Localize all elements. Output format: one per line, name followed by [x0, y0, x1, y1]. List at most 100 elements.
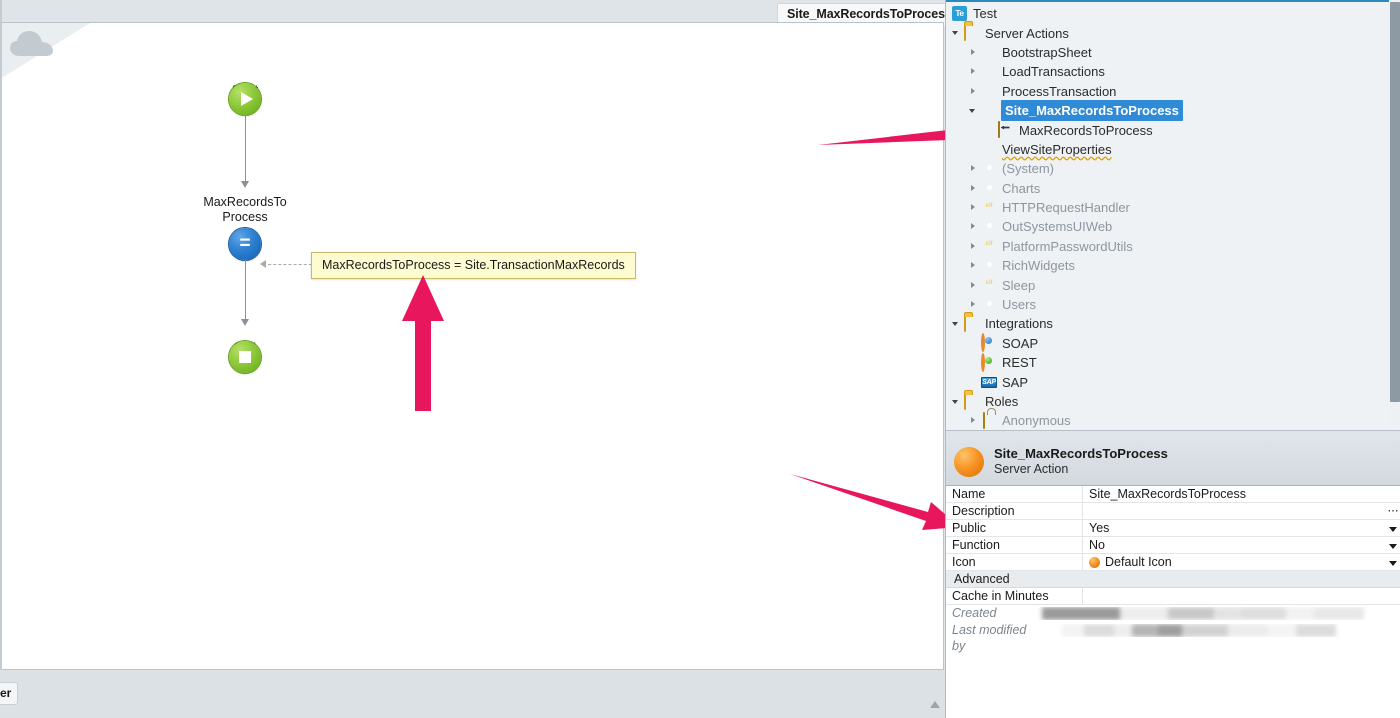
orange-ball-icon	[981, 44, 997, 60]
property-value-text: No	[1089, 538, 1105, 552]
property-key: Function	[946, 536, 1083, 554]
chevron-right-icon[interactable]	[969, 48, 978, 57]
chevron-right-icon[interactable]	[969, 416, 978, 425]
tree-item-outsystemsuiweb[interactable]: OutSystemsUIWeb	[946, 217, 1389, 236]
flow-canvas[interactable]: Start MaxRecordsTo Process = MaxRecordsT…	[0, 22, 944, 670]
tree-item-charts[interactable]: Charts	[946, 179, 1389, 198]
property-row-cache-in-minutes[interactable]: Cache in Minutes	[946, 587, 1400, 605]
tree-item-soap[interactable]: SOAP	[946, 333, 1389, 353]
assign-node[interactable]: =	[229, 228, 261, 260]
tree-item-integrations[interactable]: Integrations	[946, 314, 1389, 333]
tree-item-label: ViewSiteProperties	[1002, 141, 1112, 157]
chevron-right-icon[interactable]	[969, 67, 978, 76]
tree-item-label: ProcessTransaction	[1002, 83, 1117, 99]
property-row-function[interactable]: Function No	[946, 536, 1400, 554]
tree-item-rest[interactable]: REST	[946, 352, 1389, 372]
element-tree[interactable]: Te Test Server Actions BootstrapSheet Load…	[946, 4, 1389, 438]
tree-root-item[interactable]: Te Test	[946, 4, 1389, 23]
tree-top-accent	[946, 0, 1389, 2]
property-value[interactable]: Site_MaxRecordsToProcess	[1083, 486, 1385, 502]
start-node[interactable]	[229, 83, 261, 115]
orange-ball-icon	[981, 103, 997, 119]
dropdown-arrow-icon[interactable]	[1385, 555, 1400, 569]
tree-item-bootstrapsheet[interactable]: BootstrapSheet	[946, 43, 1389, 62]
property-value[interactable]: No	[1083, 537, 1385, 553]
tree-item-processtransaction[interactable]: ProcessTransaction	[946, 82, 1389, 101]
chevron-down-icon[interactable]	[952, 29, 961, 38]
tree-item-system[interactable]: (System)	[946, 159, 1389, 178]
cloud-icon	[10, 31, 53, 56]
chevron-right-icon[interactable]	[969, 281, 978, 290]
tree-item-viewsiteproperties[interactable]: ViewSiteProperties	[946, 140, 1389, 159]
scroll-up-marker[interactable]	[930, 701, 940, 708]
properties-rows[interactable]: Name Site_MaxRecordsToProcess Description ⋯…	[946, 485, 1400, 653]
dropdown-arrow-icon[interactable]	[1385, 521, 1400, 535]
properties-title: Site_MaxRecordsToProcess	[994, 445, 1168, 461]
right-pane: Te Test Server Actions BootstrapSheet Load…	[945, 0, 1400, 718]
tree-item-anonymous[interactable]: Anonymous	[946, 411, 1389, 430]
orange-ball-icon	[981, 83, 997, 99]
chevron-down-icon[interactable]	[969, 106, 978, 115]
tree-item-richwidgets[interactable]: RichWidgets	[946, 256, 1389, 275]
extension-ref-icon	[981, 238, 997, 254]
ellipsis-button[interactable]: ⋯	[1385, 506, 1400, 517]
tree-item-label: REST	[1002, 355, 1037, 371]
property-key: Cache in Minutes	[946, 587, 1083, 605]
property-value[interactable]: Default Icon	[1083, 554, 1385, 570]
property-key: Public	[946, 519, 1083, 537]
properties-section-advanced: Advanced	[946, 571, 1400, 588]
canvas-left-rule	[0, 0, 2, 670]
chevron-right-icon[interactable]	[969, 300, 978, 309]
chevron-right-icon[interactable]	[969, 222, 978, 231]
tree-scrollbar-thumb[interactable]	[1390, 2, 1400, 402]
service-studio-window: Site_MaxRecordsToProcess Start MaxRecord…	[0, 0, 1400, 718]
extension-ref-icon	[981, 277, 997, 293]
play-icon	[241, 92, 253, 106]
tree-item-sleep[interactable]: Sleep	[946, 275, 1389, 294]
tree-item-label: MaxRecordsToProcess	[1019, 122, 1153, 138]
canvas-bottom-strip	[0, 670, 945, 718]
chevron-right-icon[interactable]	[969, 203, 978, 212]
chevron-down-icon[interactable]	[952, 319, 961, 328]
chevron-down-icon[interactable]	[952, 397, 961, 406]
chevron-right-icon[interactable]	[969, 164, 978, 173]
tree-item-label: Users	[1002, 297, 1036, 313]
chevron-right-icon[interactable]	[969, 242, 978, 251]
module-ref-icon	[981, 180, 997, 196]
tree-item-roles[interactable]: Roles	[946, 392, 1389, 411]
chevron-right-icon[interactable]	[969, 261, 978, 270]
property-value[interactable]: Yes	[1083, 520, 1385, 536]
property-row-description[interactable]: Description ⋯	[946, 502, 1400, 520]
tree-scrollbar[interactable]	[1389, 0, 1400, 425]
folder-icon	[964, 314, 980, 332]
property-row-icon[interactable]: Icon Default Icon	[946, 553, 1400, 571]
tree-item-label: HTTPRequestHandler	[1002, 200, 1130, 216]
element-tree-panel[interactable]: Te Test Server Actions BootstrapSheet Load…	[946, 0, 1400, 438]
connector-arrowhead-2	[240, 319, 249, 326]
bottom-tab-stub[interactable]: er	[0, 682, 19, 705]
tree-item-sap[interactable]: SAP SAP	[946, 372, 1389, 391]
properties-header: Site_MaxRecordsToProcess Server Action	[946, 438, 1400, 486]
dropdown-arrow-icon[interactable]	[1385, 538, 1400, 552]
chevron-right-icon[interactable]	[969, 184, 978, 193]
tree-item-label: Anonymous	[1002, 413, 1071, 429]
end-node[interactable]	[229, 341, 261, 373]
property-row-name[interactable]: Name Site_MaxRecordsToProcess	[946, 485, 1400, 503]
tree-item-platformpasswordutils[interactable]: PlatformPasswordUtils	[946, 237, 1389, 256]
connector-arrowhead	[240, 181, 249, 188]
tree-item-users[interactable]: Users	[946, 295, 1389, 314]
property-row-public[interactable]: Public Yes	[946, 519, 1400, 537]
chevron-right-icon[interactable]	[969, 87, 978, 96]
orange-ball-icon	[981, 141, 997, 157]
tree-panel-splitter[interactable]	[946, 430, 1400, 438]
tree-item-server-actions[interactable]: Server Actions	[946, 23, 1389, 42]
tree-item-site-maxrecordstoprocess[interactable]: Site_MaxRecordsToProcess	[946, 100, 1389, 122]
tree-item-loadtransactions[interactable]: LoadTransactions	[946, 62, 1389, 81]
tree-item-maxrecordstoprocess[interactable]: MaxRecordsToProcess	[946, 120, 1389, 139]
tree-item-label: Server Actions	[985, 25, 1069, 41]
tree-item-httprequesthandler[interactable]: HTTPRequestHandler	[946, 198, 1389, 217]
tree-item-label: BootstrapSheet	[1002, 44, 1092, 60]
expression-tooltip: MaxRecordsToProcess = Site.TransactionMa…	[311, 252, 636, 279]
